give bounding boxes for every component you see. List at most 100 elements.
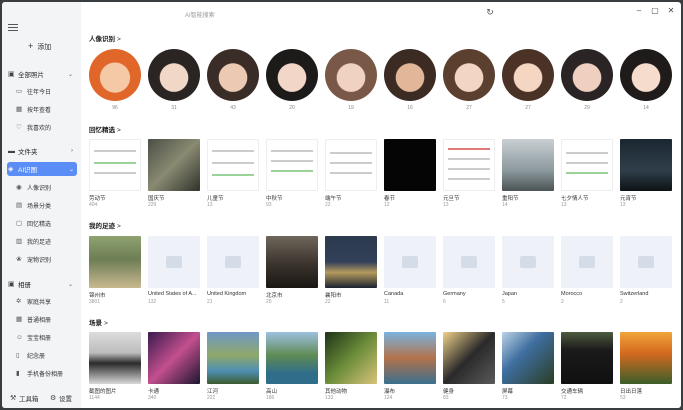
scene-count: 340	[148, 395, 157, 401]
chevron-down-icon: ⌄	[68, 166, 74, 173]
scene-name: 健身	[443, 389, 455, 395]
add-button[interactable]: + 添加	[28, 41, 51, 52]
face-count: 16	[407, 105, 413, 111]
footprint-thumbnail[interactable]	[502, 236, 554, 288]
face-count: 20	[289, 105, 295, 111]
sidebar-item-baby-albums[interactable]: ☺ 宝宝相册	[16, 331, 51, 343]
memory-thumbnail[interactable]	[502, 139, 554, 191]
sidebar-item-memories[interactable]: ▢ 回忆精选	[16, 217, 51, 229]
scene-count: 73	[502, 395, 508, 401]
sidebar-section-albums[interactable]: ▣ 相册 ⌄	[8, 277, 76, 291]
face-count: 27	[525, 105, 531, 111]
sidebar-item-on-this-day[interactable]: ▭ 往年今日	[16, 85, 51, 97]
face-avatar[interactable]	[502, 49, 554, 101]
sidebar-item-favorites[interactable]: ♡ 我喜欢的	[16, 121, 51, 133]
footprint-thumbnail[interactable]	[325, 236, 377, 288]
album-icon: ▣	[8, 281, 15, 288]
sidebar-item-footprints[interactable]: ▥ 我的足迹	[16, 235, 51, 247]
face-avatar[interactable]	[443, 49, 495, 101]
section-title-memories[interactable]: 回忆精选 >	[89, 124, 121, 134]
scene-thumbnail[interactable]	[325, 332, 377, 384]
sidebar-item-normal-albums[interactable]: ▦ 普通相册	[16, 313, 51, 325]
scene-thumbnail[interactable]	[89, 332, 141, 384]
sidebar-item-family-share[interactable]: ✲ 家庭共享	[16, 295, 51, 307]
face-avatar[interactable]	[620, 49, 672, 101]
maximize-button[interactable]: ▢	[649, 5, 661, 17]
chevron-right-icon: >	[117, 223, 121, 230]
footprint-count: 6	[443, 299, 446, 305]
footprint-count: 11	[384, 299, 390, 305]
app-window: + 添加 ▣ 全部照片 ⌄ ▭ 往年今日 ▦ 按年查看 ♡ 我喜欢的 ▬ 文件夹 › ◈…	[2, 2, 681, 408]
footprint-name: Canada	[384, 291, 404, 297]
ai-icon: ◈	[8, 166, 14, 173]
close-button[interactable]: ✕	[665, 5, 677, 17]
memory-count: 12	[384, 202, 390, 208]
memory-thumbnail[interactable]	[443, 139, 495, 191]
face-avatar[interactable]	[561, 49, 613, 101]
sidebar-item-memorial[interactable]: ▯ 纪念册	[16, 349, 45, 361]
folder-icon: ▬	[8, 147, 15, 155]
memory-name: 元宵节	[620, 196, 637, 202]
memory-thumbnail[interactable]	[325, 139, 377, 191]
memory-name: 国庆节	[148, 196, 165, 202]
scene-thumbnail[interactable]	[384, 332, 436, 384]
refresh-icon[interactable]: ↻	[485, 7, 495, 17]
scene-thumbnail[interactable]	[561, 332, 613, 384]
sidebar-section-all-photos[interactable]: ▣ 全部照片 ⌄	[8, 67, 76, 81]
footprint-thumbnail[interactable]	[207, 236, 259, 288]
face-avatar[interactable]	[325, 49, 377, 101]
sidebar-item-phone-backup[interactable]: ▮ 手机备份相册	[16, 367, 63, 379]
scene-name: 其他动物	[325, 389, 348, 395]
memory-name: 七夕情人节	[561, 196, 589, 202]
footprint-count: 2	[561, 299, 564, 305]
scene-thumbnail[interactable]	[266, 332, 318, 384]
memory-thumbnail[interactable]	[89, 139, 141, 191]
section-title-footprints[interactable]: 我的足迹 >	[89, 220, 121, 230]
sidebar-item-scenes[interactable]: ▤ 场景分类	[16, 199, 51, 211]
scene-thumbnail[interactable]	[443, 332, 495, 384]
sidebar-item-faces[interactable]: ◉ 人像识别	[16, 181, 51, 193]
memory-thumbnail[interactable]	[384, 139, 436, 191]
face-avatar[interactable]	[89, 49, 141, 101]
sidebar: + 添加 ▣ 全部照片 ⌄ ▭ 往年今日 ▦ 按年查看 ♡ 我喜欢的 ▬ 文件夹 › ◈…	[2, 2, 81, 408]
minimize-button[interactable]: –	[633, 5, 645, 17]
footprint-thumbnail[interactable]	[266, 236, 318, 288]
grid-icon: ▦	[16, 106, 23, 113]
footprint-thumbnail[interactable]	[443, 236, 495, 288]
book-icon: ▯	[16, 352, 20, 359]
memory-thumbnail[interactable]	[561, 139, 613, 191]
scene-thumbnail[interactable]	[620, 332, 672, 384]
scene-thumbnail[interactable]	[502, 332, 554, 384]
footprint-thumbnail[interactable]	[148, 236, 200, 288]
photos-icon: ▣	[8, 71, 15, 78]
scene-name: 日出日落	[620, 389, 643, 395]
chevron-down-icon: ⌄	[67, 71, 73, 78]
footprint-name: 北京市	[266, 293, 283, 299]
chevron-right-icon: >	[117, 36, 121, 43]
chevron-down-icon: ⌄	[67, 281, 73, 288]
settings-button[interactable]: ⚙ 设置	[50, 393, 72, 403]
memory-thumbnail[interactable]	[148, 139, 200, 191]
memory-thumbnail[interactable]	[620, 139, 672, 191]
face-avatar[interactable]	[384, 49, 436, 101]
sidebar-item-pets[interactable]: ❀ 宠物识别	[16, 253, 51, 265]
face-avatar[interactable]	[207, 49, 259, 101]
footprint-thumbnail[interactable]	[620, 236, 672, 288]
section-title-scenes[interactable]: 场景 >	[89, 317, 108, 327]
footprint-name: Morocco	[561, 291, 583, 297]
section-title-people[interactable]: 人像识别 >	[89, 33, 121, 43]
footprint-count: 22	[325, 299, 331, 305]
footprint-thumbnail[interactable]	[89, 236, 141, 288]
scene-thumbnail[interactable]	[207, 332, 259, 384]
footprint-thumbnail[interactable]	[384, 236, 436, 288]
sidebar-section-ai[interactable]: ◈ AI识图 ⌄	[7, 162, 77, 176]
toolbox-button[interactable]: ⚒ 工具箱	[10, 393, 39, 403]
footprint-thumbnail[interactable]	[561, 236, 613, 288]
scene-thumbnail[interactable]	[148, 332, 200, 384]
sidebar-section-folders[interactable]: ▬ 文件夹 ›	[8, 144, 76, 158]
sidebar-item-by-year[interactable]: ▦ 按年查看	[16, 103, 51, 115]
memory-thumbnail[interactable]	[266, 139, 318, 191]
face-avatar[interactable]	[266, 49, 318, 101]
face-avatar[interactable]	[148, 49, 200, 101]
memory-thumbnail[interactable]	[207, 139, 259, 191]
